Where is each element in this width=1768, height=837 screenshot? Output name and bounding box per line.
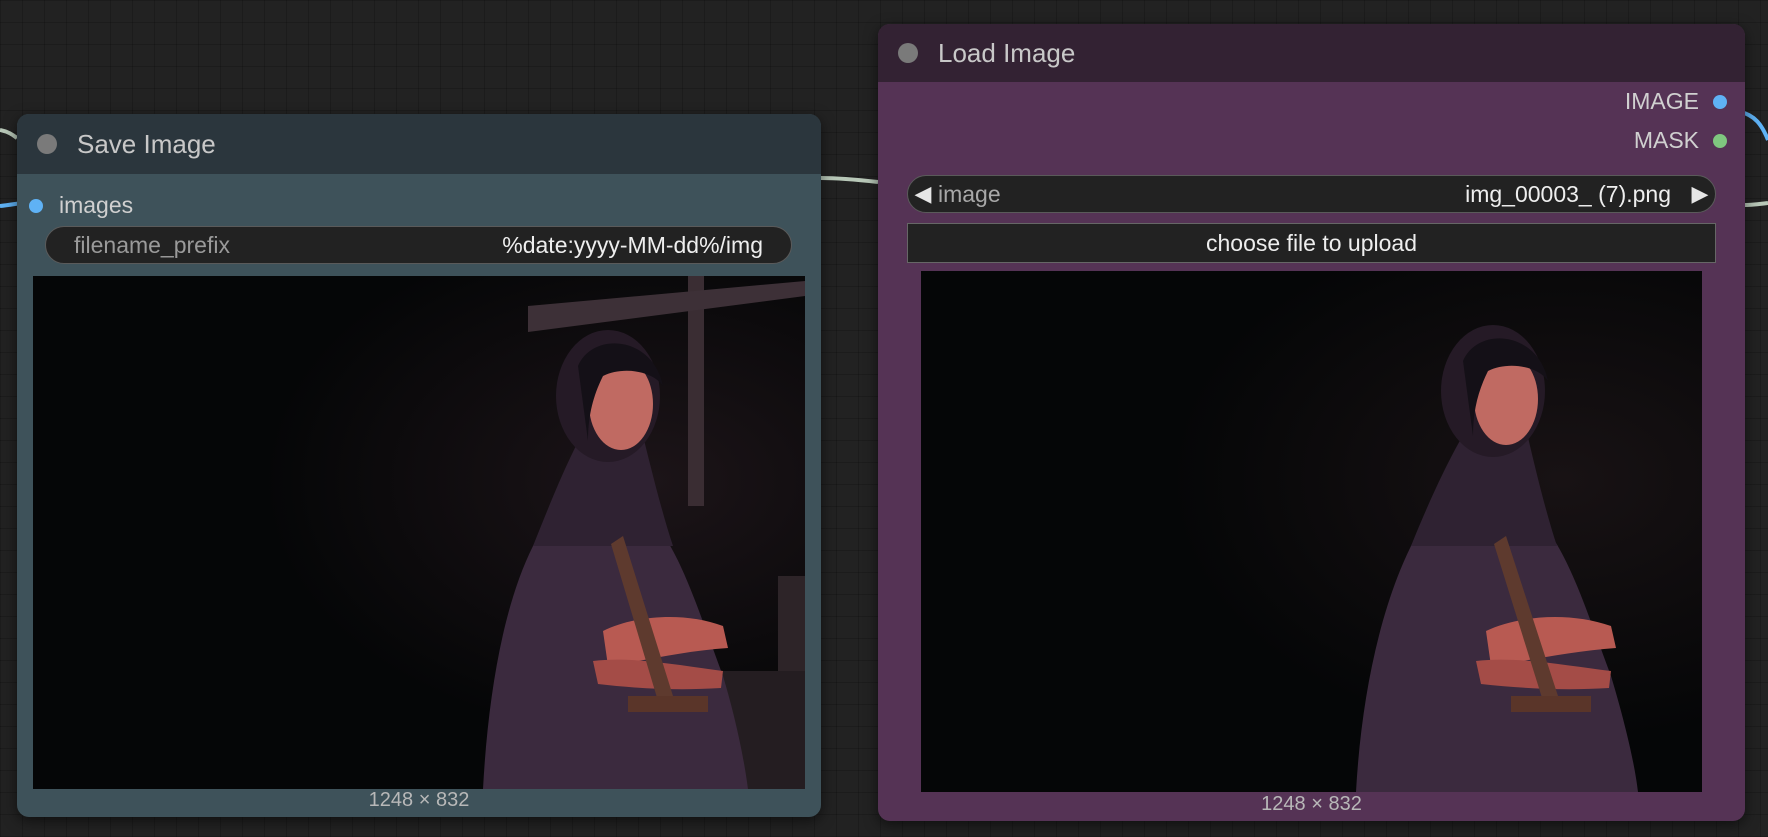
node-title: Save Image	[77, 128, 216, 159]
output-label: MASK	[1633, 127, 1699, 153]
input-slot-images[interactable]: images	[29, 192, 133, 219]
combo-value: img_00003_ (7).png	[1465, 180, 1671, 207]
wire-right-mid	[1744, 201, 1768, 207]
wire-between-nodes	[820, 176, 879, 184]
preview-artwork	[33, 276, 805, 789]
output-dot-icon[interactable]	[1713, 94, 1727, 109]
output-slot-mask[interactable]: MASK	[1634, 127, 1727, 154]
image-dimensions: 1248 × 832	[1261, 793, 1362, 815]
widget-value: %date:yyyy-MM-dd%/img	[502, 231, 763, 258]
image-preview	[33, 276, 805, 789]
filename-prefix-widget[interactable]: filename_prefix %date:yyyy-MM-dd%/img	[45, 226, 792, 264]
widget-label: filename_prefix	[74, 231, 230, 258]
output-dot-icon[interactable]	[1713, 133, 1727, 148]
combo-prev-arrow-icon[interactable]: ◀	[908, 181, 938, 207]
image-dimensions: 1248 × 832	[368, 789, 470, 811]
collapse-toggle-icon[interactable]	[37, 134, 57, 154]
preview-artwork	[921, 271, 1702, 792]
output-slot-image[interactable]: IMAGE	[1625, 88, 1727, 115]
node-title: Load Image	[938, 37, 1076, 68]
wire-left-top	[0, 128, 19, 140]
node-header[interactable]: Save Image	[17, 114, 821, 174]
save-image-node[interactable]: Save Image images filename_prefix %date:…	[17, 114, 821, 817]
input-dot-icon[interactable]	[29, 198, 43, 213]
node-header[interactable]: Load Image	[878, 24, 1745, 82]
collapse-toggle-icon[interactable]	[898, 43, 918, 63]
input-label: images	[59, 192, 134, 218]
image-combo-widget[interactable]: ◀ image img_00003_ (7).png ▶	[907, 175, 1716, 213]
image-preview	[921, 271, 1702, 792]
combo-label: image	[938, 180, 1001, 207]
combo-next-arrow-icon[interactable]: ▶	[1685, 181, 1715, 207]
upload-button[interactable]: choose file to upload	[907, 223, 1716, 263]
load-image-node[interactable]: Load Image IMAGE MASK ◀ image img_00003_…	[878, 24, 1745, 821]
output-label: IMAGE	[1624, 88, 1699, 114]
